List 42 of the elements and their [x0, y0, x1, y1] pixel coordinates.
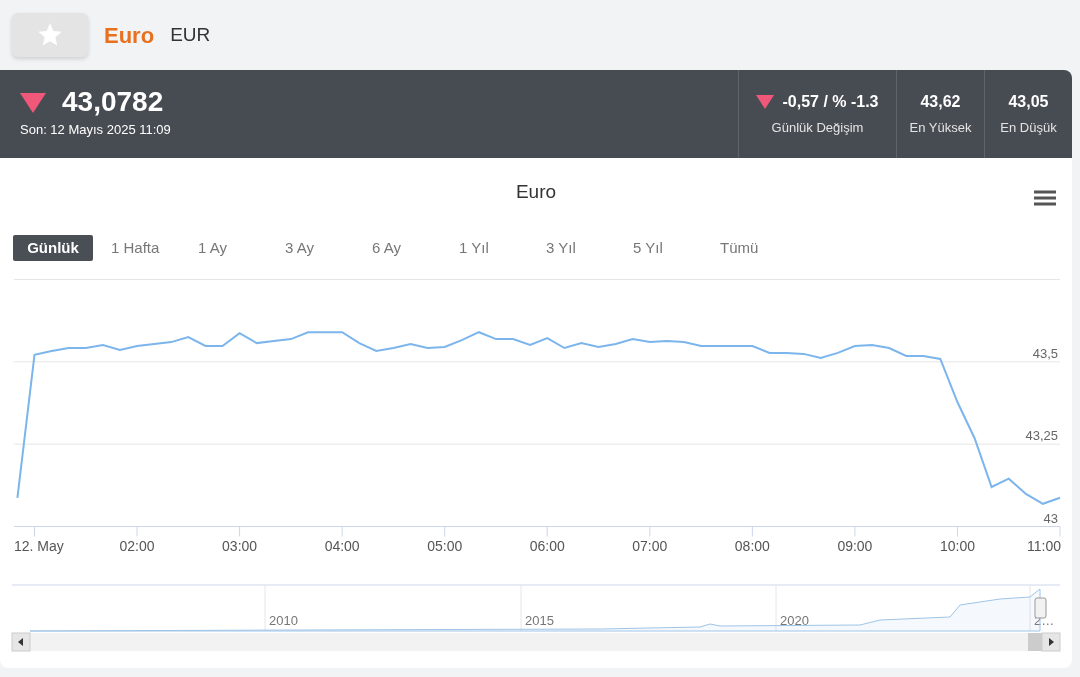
- chart-title: Euro: [515, 180, 557, 204]
- y-axis-label: 43,25: [1025, 428, 1058, 444]
- menu-icon[interactable]: [1034, 190, 1056, 206]
- stat-label: En Düşük: [1000, 119, 1057, 138]
- x-axis-label: 03:00: [222, 537, 258, 554]
- scroll-left-button[interactable]: [11, 632, 31, 652]
- range-tab[interactable]: 3 Yıl: [535, 234, 615, 261]
- y-axis-label: 43: [1043, 510, 1058, 526]
- x-axis-label: 06:00: [529, 537, 565, 554]
- x-axis-label: 07:00: [632, 537, 668, 554]
- x-axis-label: 11:00: [1027, 537, 1061, 554]
- stat-label: En Yüksek: [909, 119, 972, 138]
- y-axis-label: 43,5: [1032, 345, 1058, 361]
- scrollbar-thumb[interactable]: [1028, 633, 1042, 651]
- range-tab[interactable]: 5 Yıl: [622, 234, 702, 261]
- range-tab[interactable]: Tümü: [709, 234, 789, 261]
- x-axis-label: 04:00: [324, 537, 360, 554]
- navigator-label: 2020: [780, 613, 809, 628]
- range-tab[interactable]: 3 Ay: [274, 234, 354, 261]
- navigator-label: 2010: [269, 613, 298, 628]
- x-axis-label: 02:00: [119, 537, 155, 554]
- currency-code: EUR: [170, 22, 211, 47]
- range-tab[interactable]: 1 Yıl: [448, 234, 528, 261]
- x-axis-label: 09:00: [837, 537, 873, 554]
- range-handle[interactable]: [1034, 597, 1047, 619]
- stat-value: -0,57 / % -1.3: [782, 92, 879, 113]
- x-axis-label: 08:00: [734, 537, 770, 554]
- range-tab[interactable]: 1 Ay: [187, 234, 267, 261]
- x-axis-label: 12. May: [14, 537, 64, 554]
- last-update-text: Son: 12 Mayıs 2025 11:09: [20, 121, 172, 140]
- range-tab[interactable]: 1 Hafta: [100, 234, 180, 261]
- stat-label: Günlük Değişim: [771, 119, 864, 138]
- stat-value: 43,05: [1008, 92, 1049, 113]
- range-tab[interactable]: Günlük: [13, 234, 93, 261]
- price-value: 43,0782: [62, 88, 164, 117]
- stat-value: 43,62: [920, 92, 961, 113]
- range-tab[interactable]: 6 Ay: [361, 234, 441, 261]
- x-axis-label: 05:00: [427, 537, 463, 554]
- navigator-label: 2015: [525, 613, 554, 628]
- scroll-right-button[interactable]: [1041, 632, 1061, 652]
- x-axis-label: 10:00: [939, 537, 975, 554]
- currency-name: Euro: [104, 21, 155, 50]
